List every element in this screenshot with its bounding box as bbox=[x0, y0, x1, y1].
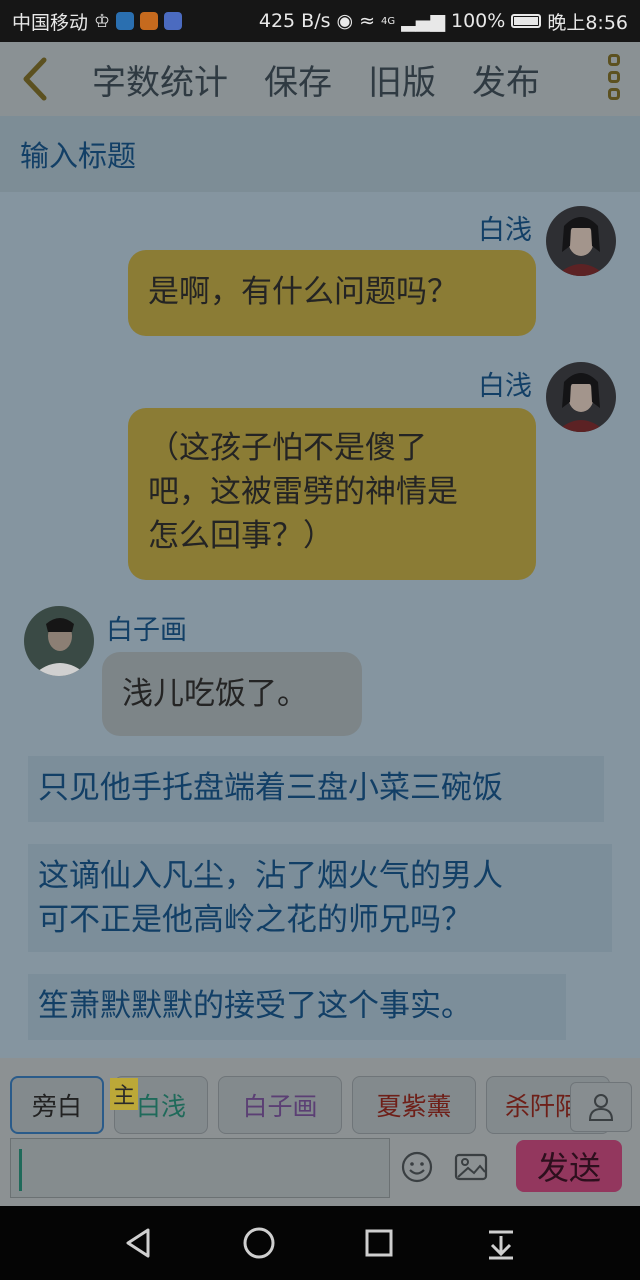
message-text: 是啊，有什么问题吗？ bbox=[148, 274, 458, 310]
narration-line: 可不正是他高岭之花的师兄吗？ bbox=[38, 902, 472, 938]
add-role-button[interactable] bbox=[570, 1082, 632, 1132]
more-dot-icon bbox=[608, 54, 620, 66]
emoji-icon[interactable] bbox=[400, 1150, 434, 1184]
shield-app-icon bbox=[116, 12, 135, 30]
word-count-button[interactable]: 字数统计 bbox=[92, 55, 228, 104]
avatar-image bbox=[546, 362, 616, 432]
narration-block[interactable]: 这谪仙入凡尘，沾了烟火气的男人 可不正是他高岭之花的师兄吗？ bbox=[28, 844, 612, 952]
user-icon bbox=[588, 1094, 614, 1121]
carrier-label: 中国移动 bbox=[12, 11, 89, 34]
text-caret bbox=[19, 1149, 22, 1191]
input-bar: 发送 bbox=[0, 1138, 640, 1206]
publish-button[interactable]: 发布 bbox=[472, 55, 540, 104]
top-toolbar: 字数统计 保存 旧版 发布 bbox=[0, 42, 640, 116]
send-label: 发送 bbox=[536, 1149, 601, 1187]
battery-icon bbox=[511, 14, 542, 28]
music-app-icon bbox=[164, 12, 183, 30]
network-speed: 425 B/s bbox=[258, 10, 331, 32]
battery-percent: 100% bbox=[451, 10, 506, 32]
message-bubble[interactable]: 是啊，有什么问题吗？ bbox=[128, 250, 536, 336]
speaker-name: 白浅 bbox=[478, 215, 532, 246]
old-version-button[interactable]: 旧版 bbox=[368, 55, 436, 104]
clock: 晚上8:56 bbox=[547, 11, 628, 34]
speaker-name: 白子画 bbox=[106, 615, 187, 646]
back-button[interactable] bbox=[0, 42, 70, 116]
role-label: 白浅 bbox=[135, 1092, 186, 1121]
role-narrator-button[interactable]: 旁白 bbox=[10, 1076, 104, 1134]
role-label: 夏紫薰 bbox=[376, 1092, 452, 1121]
narration-block[interactable]: 只见他手托盘端着三盘小菜三碗饭 bbox=[28, 756, 604, 822]
avatar[interactable] bbox=[546, 206, 616, 276]
message-bubble[interactable]: 浅儿吃饭了。 bbox=[102, 652, 362, 736]
role-button-bai-zihua[interactable]: 白子画 bbox=[218, 1076, 342, 1134]
send-button[interactable]: 发送 bbox=[516, 1140, 622, 1192]
main-role-tag: 主 bbox=[110, 1078, 138, 1110]
chevron-left-icon bbox=[23, 57, 47, 101]
narration-line: 笙萧默默默的接受了这个事实。 bbox=[38, 988, 472, 1024]
more-menu-button[interactable] bbox=[608, 54, 620, 100]
message-text: 浅儿吃饭了。 bbox=[122, 676, 308, 712]
message-bubble[interactable]: （这孩子怕不是傻了 吧，这被雷劈的神情是 怎么回事？） bbox=[128, 408, 536, 580]
status-bar: 中国移动 ♔ 425 B/s ◉ ≈ 4G ▂▄▆ 100% 晚上8:56 bbox=[0, 0, 640, 42]
role-selector-bar: 旁白 白浅 白子画 夏紫薰 杀阡陌 bbox=[0, 1058, 640, 1138]
role-button-xia-zixun[interactable]: 夏紫薰 bbox=[352, 1076, 476, 1134]
message-input[interactable] bbox=[10, 1138, 390, 1198]
role-label: 白子画 bbox=[242, 1092, 318, 1121]
video-app-icon bbox=[140, 12, 159, 30]
qq-icon: ♔ bbox=[94, 10, 111, 32]
more-dot-icon bbox=[608, 71, 620, 83]
home-circle-icon[interactable] bbox=[240, 1224, 278, 1262]
save-button[interactable]: 保存 bbox=[264, 55, 332, 104]
notification-pulldown-icon[interactable] bbox=[482, 1224, 520, 1262]
avatar[interactable] bbox=[24, 606, 94, 676]
wifi-icon: ≈ bbox=[359, 10, 376, 32]
chat-area: 白浅 是啊，有什么问题吗？ 白浅 （这孩子怕不是傻了 吧，这被雷劈的神情是 怎么… bbox=[0, 192, 640, 1058]
more-dot-icon bbox=[608, 88, 620, 100]
network-type: 4G bbox=[381, 15, 396, 27]
message-text-line: 吧，这被雷劈的神情是 bbox=[148, 474, 458, 510]
narration-line: 只见他手托盘端着三盘小菜三碗饭 bbox=[38, 770, 503, 806]
avatar-image bbox=[546, 206, 616, 276]
avatar-image bbox=[24, 606, 94, 676]
role-label: 旁白 bbox=[31, 1092, 82, 1121]
image-icon[interactable] bbox=[454, 1150, 488, 1184]
message-text-line: （这孩子怕不是傻了 bbox=[148, 430, 427, 466]
narration-line: 这谪仙入凡尘，沾了烟火气的男人 bbox=[38, 858, 503, 894]
system-navigation-bar bbox=[0, 1206, 640, 1280]
title-placeholder: 输入标题 bbox=[20, 139, 137, 173]
speaker-name: 白浅 bbox=[478, 371, 532, 402]
narration-block[interactable]: 笙萧默默默的接受了这个事实。 bbox=[28, 974, 566, 1040]
avatar[interactable] bbox=[546, 362, 616, 432]
signal-icon: ▂▄▆ bbox=[401, 10, 445, 32]
message-text-line: 怎么回事？） bbox=[148, 518, 334, 554]
role-label: 杀阡陌 bbox=[505, 1092, 581, 1121]
back-triangle-icon[interactable] bbox=[120, 1224, 158, 1262]
recent-apps-icon[interactable] bbox=[360, 1224, 398, 1262]
title-input[interactable]: 输入标题 bbox=[0, 116, 640, 192]
eye-icon: ◉ bbox=[336, 10, 354, 32]
